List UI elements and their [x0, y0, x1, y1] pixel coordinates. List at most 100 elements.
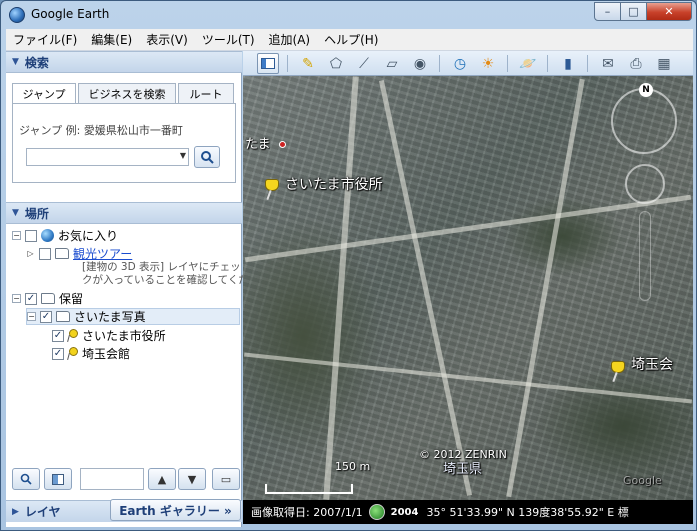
google-earth-window: Google Earth – □ ✕ ファイル(F) 編集(E) 表示(V) ツ… [0, 0, 697, 531]
map-label-kaikan[interactable]: 埼玉会 [631, 354, 673, 374]
coordinates: 35° 51'33.99" N 139度38'55.92" E 標 [426, 506, 629, 519]
map-label-cityhall[interactable]: さいたま市役所 [285, 174, 383, 194]
tab-business-search[interactable]: ビジネスを検索 [78, 83, 176, 103]
earth-map-view[interactable]: たま さいたま市役所 埼玉会 © 2012 ZENRIN 埼玉県 150 m G… [243, 76, 693, 500]
menu-add[interactable]: 追加(A) [262, 31, 318, 48]
minimize-button[interactable]: – [594, 2, 621, 21]
sunlight-button[interactable]: ☀ [477, 53, 499, 74]
status-bar: 画像取得日: 2007/1/1 2004 35° 51'33.99" N 139… [243, 500, 693, 524]
toggle-sidebar-button[interactable] [257, 53, 279, 74]
add-polygon-button[interactable]: ⬠ [325, 53, 347, 74]
search-panel-header[interactable]: ▼ 検索 [6, 51, 242, 73]
scale-label: 150 m [335, 460, 371, 473]
image-date: 画像取得日: 2007/1/1 [251, 506, 363, 519]
switch-planet-button[interactable]: 🪐 [517, 53, 539, 74]
map-toolbar: ✎ ⬠ ⟋ ▱ ◉ ◷ ☀ 🪐 ▮ ✉ ⎙ ▦ [243, 51, 693, 76]
menu-tools[interactable]: ツール(T) [195, 31, 262, 48]
move-down-button[interactable]: ▼ [178, 468, 206, 490]
tab-route[interactable]: ルート [178, 83, 234, 103]
placemark-pin-icon [68, 347, 78, 360]
kaikan-checkbox[interactable]: ✓ [52, 347, 64, 360]
zoom-slider[interactable] [639, 211, 651, 301]
sidebar-icon [261, 58, 275, 69]
expand-arrow-icon[interactable]: ▷ [26, 249, 35, 258]
jump-example-label: ジャンプ 例: 愛媛県松山市一番町 [19, 124, 183, 137]
search-icon [201, 151, 214, 164]
search-input[interactable]: ▼ [26, 148, 189, 166]
north-indicator[interactable]: N [639, 83, 653, 97]
window-title: Google Earth [31, 7, 110, 21]
tree-item-tour[interactable]: ▷ 観光ツアー [26, 245, 132, 262]
pan-control[interactable] [625, 164, 665, 204]
search-tabs: ジャンプ ビジネスを検索 ルート [12, 83, 236, 104]
view-in-maps-button[interactable]: ▦ [653, 53, 675, 74]
collapse-icon[interactable]: − [12, 231, 21, 240]
tree-item-favorites[interactable]: − お気に入り [12, 227, 118, 244]
ruler-icon: ▮ [564, 55, 572, 72]
expand-triangle-icon: ▶ [12, 506, 19, 517]
tour-checkbox[interactable] [39, 247, 51, 260]
clock-icon: ◷ [453, 55, 467, 72]
print-button[interactable]: ⎙ [625, 53, 647, 74]
ruler-button[interactable]: ▮ [557, 53, 579, 74]
planet-icon: 🪐 [519, 55, 537, 72]
tour-link[interactable]: 観光ツアー [73, 245, 132, 262]
close-button[interactable]: ✕ [647, 2, 692, 21]
maximize-button[interactable]: □ [621, 2, 647, 21]
collapse-triangle-icon: ▼ [12, 57, 19, 67]
add-placemark-button[interactable]: ✎ [297, 53, 319, 74]
cityhall-pin[interactable] [265, 179, 281, 201]
move-up-button[interactable]: ▲ [148, 468, 176, 490]
menu-help[interactable]: ヘルプ(H) [317, 31, 385, 48]
add-overlay-button[interactable]: ▱ [381, 53, 403, 74]
overlay-icon: ▱ [386, 55, 398, 72]
search-header-label: 検索 [24, 55, 49, 70]
record-tour-button[interactable]: ◉ [409, 53, 431, 74]
places-filter-input[interactable] [80, 468, 144, 490]
open-folder-icon [41, 293, 55, 304]
cityhall-checkbox[interactable]: ✓ [52, 329, 64, 342]
poi-dot [279, 141, 286, 148]
menu-file[interactable]: ファイル(F) [6, 31, 84, 48]
temporary-checkbox[interactable]: ✓ [25, 292, 37, 305]
add-path-button[interactable]: ⟋ [353, 53, 375, 74]
places-toolbar: ▲ ▼ ▭ [12, 468, 240, 490]
search-icon [20, 473, 32, 485]
collapse-icon[interactable]: − [27, 312, 36, 321]
favorites-label: お気に入り [58, 229, 119, 243]
tree-item-temporary[interactable]: − ✓ 保留 [12, 290, 83, 307]
tree-item-kaikan[interactable]: ✓ 埼玉会館 [52, 345, 130, 362]
path-icon: ⟋ [359, 55, 369, 72]
title-bar[interactable]: Google Earth – □ ✕ [1, 1, 696, 29]
photos-label: さいたま写真 [74, 310, 146, 324]
places-panel-header[interactable]: ▼ 場所 [6, 202, 242, 224]
kaikan-pin[interactable] [611, 361, 627, 383]
open-folder-icon [56, 311, 70, 322]
google-watermark: Google [623, 474, 662, 487]
tab-jump[interactable]: ジャンプ [12, 83, 76, 104]
toggle-panel-button[interactable] [44, 468, 72, 490]
navigation-compass[interactable] [611, 88, 677, 154]
menu-edit[interactable]: 編集(E) [84, 31, 139, 48]
folder-options-button[interactable]: ▭ [212, 468, 240, 490]
tree-item-cityhall[interactable]: ✓ さいたま市役所 [52, 327, 166, 344]
globe-icon [41, 229, 54, 242]
historical-imagery-button[interactable]: ◷ [449, 53, 471, 74]
tour-description-line1: [建物の 3D 表示] レイヤにチェッ [82, 261, 241, 273]
camera-icon: ◉ [413, 55, 427, 72]
imagery-year: 2004 [390, 506, 419, 518]
menu-view[interactable]: 表示(V) [139, 31, 195, 48]
chevron-down-icon[interactable]: ▼ [180, 151, 186, 160]
search-places-button[interactable] [12, 468, 40, 490]
folder-icon [55, 248, 69, 259]
favorites-checkbox[interactable] [25, 229, 37, 242]
earth-gallery-button[interactable]: Earth ギャラリー » [110, 499, 241, 521]
tree-item-saitama-photos[interactable]: − ✓ さいたま写真 [26, 308, 240, 325]
photos-checkbox[interactable]: ✓ [40, 310, 52, 323]
printer-icon: ⎙ [630, 55, 642, 72]
email-button[interactable]: ✉ [597, 53, 619, 74]
map-label-prefecture: 埼玉県 [443, 462, 483, 477]
google-earth-icon [9, 7, 25, 23]
collapse-icon[interactable]: − [12, 294, 21, 303]
search-button[interactable] [194, 146, 220, 168]
